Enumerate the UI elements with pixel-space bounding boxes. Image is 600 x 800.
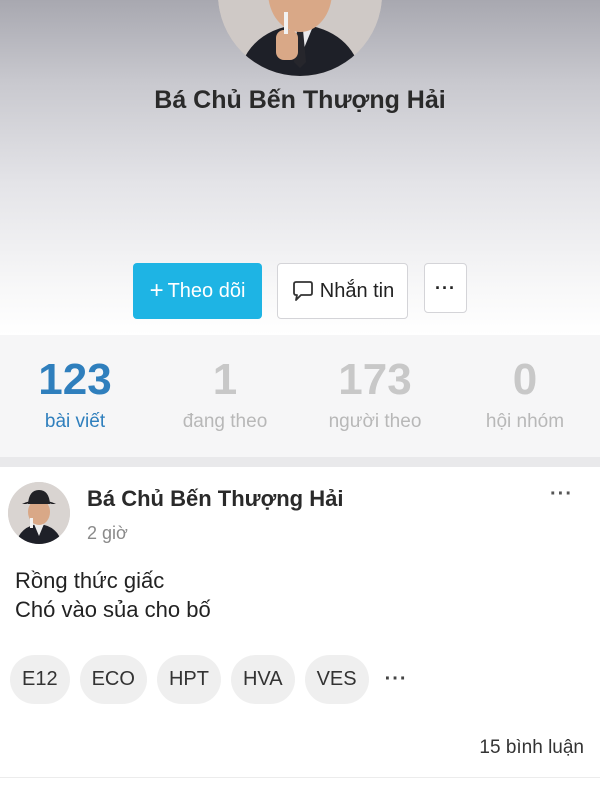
plus-icon: + — [149, 277, 164, 304]
profile-name: Bá Chủ Bến Thượng Hải — [154, 86, 446, 114]
stat-groups[interactable]: 0 hội nhóm — [450, 335, 600, 457]
stat-label: hội nhóm — [485, 411, 565, 433]
stat-label: đang theo — [182, 411, 268, 433]
stat-value: 0 — [512, 355, 538, 404]
avatar-image — [218, 0, 382, 76]
post-timestamp: 2 giờ — [87, 523, 128, 543]
stock-tags: E12 ECO HPT HVA VES ··· — [10, 655, 408, 704]
tag-chip[interactable]: HVA — [230, 655, 295, 704]
stat-value: 123 — [38, 355, 112, 404]
section-divider — [0, 457, 600, 467]
more-tags-button[interactable]: ··· — [385, 668, 408, 691]
tag-chip[interactable]: VES — [304, 655, 369, 704]
follow-button-label: Theo dõi — [167, 279, 246, 302]
comments-count-link[interactable]: 15 bình luận — [479, 737, 584, 759]
post-separator — [0, 777, 600, 778]
profile-avatar[interactable] — [218, 0, 382, 76]
message-button-label: Nhắn tin — [319, 279, 395, 302]
stat-following[interactable]: 1 đang theo — [150, 335, 300, 457]
profile-header: Bá Chủ Bến Thượng Hải + Theo dõi Nhắn ti… — [0, 0, 600, 335]
post-author-name[interactable]: Bá Chủ Bến Thượng Hải — [87, 486, 343, 512]
post-more-button[interactable]: ··· — [550, 483, 573, 506]
avatar-image — [8, 482, 70, 544]
stat-label: người theo — [328, 411, 422, 433]
post-line: Chó vào sủa cho bố — [15, 596, 211, 622]
profile-stats: 123 bài viết 1 đang theo 173 người theo … — [0, 335, 600, 457]
stat-posts[interactable]: 123 bài viết — [0, 335, 150, 457]
post-line: Rồng thức giấc — [15, 568, 165, 593]
chat-bubble-icon — [292, 281, 313, 301]
post-author-avatar[interactable] — [8, 482, 70, 544]
more-options-button[interactable]: ··· — [424, 263, 467, 313]
more-dots-icon: ··· — [435, 277, 456, 298]
stat-followers[interactable]: 173 người theo — [300, 335, 450, 457]
post-content: Rồng thức giấc Chó vào sủa cho bố — [15, 567, 211, 624]
tag-chip[interactable]: E12 — [10, 655, 70, 704]
post-card: Bá Chủ Bến Thượng Hải 2 giờ ··· Rồng thứ… — [0, 467, 600, 800]
stat-value: 1 — [212, 355, 238, 404]
follow-button[interactable]: + Theo dõi — [133, 263, 262, 319]
message-button[interactable]: Nhắn tin — [277, 263, 408, 319]
stat-label: bài viết — [44, 411, 106, 433]
tag-chip[interactable]: HPT — [156, 655, 221, 704]
tag-chip[interactable]: ECO — [79, 655, 147, 704]
stat-value: 173 — [338, 355, 412, 404]
